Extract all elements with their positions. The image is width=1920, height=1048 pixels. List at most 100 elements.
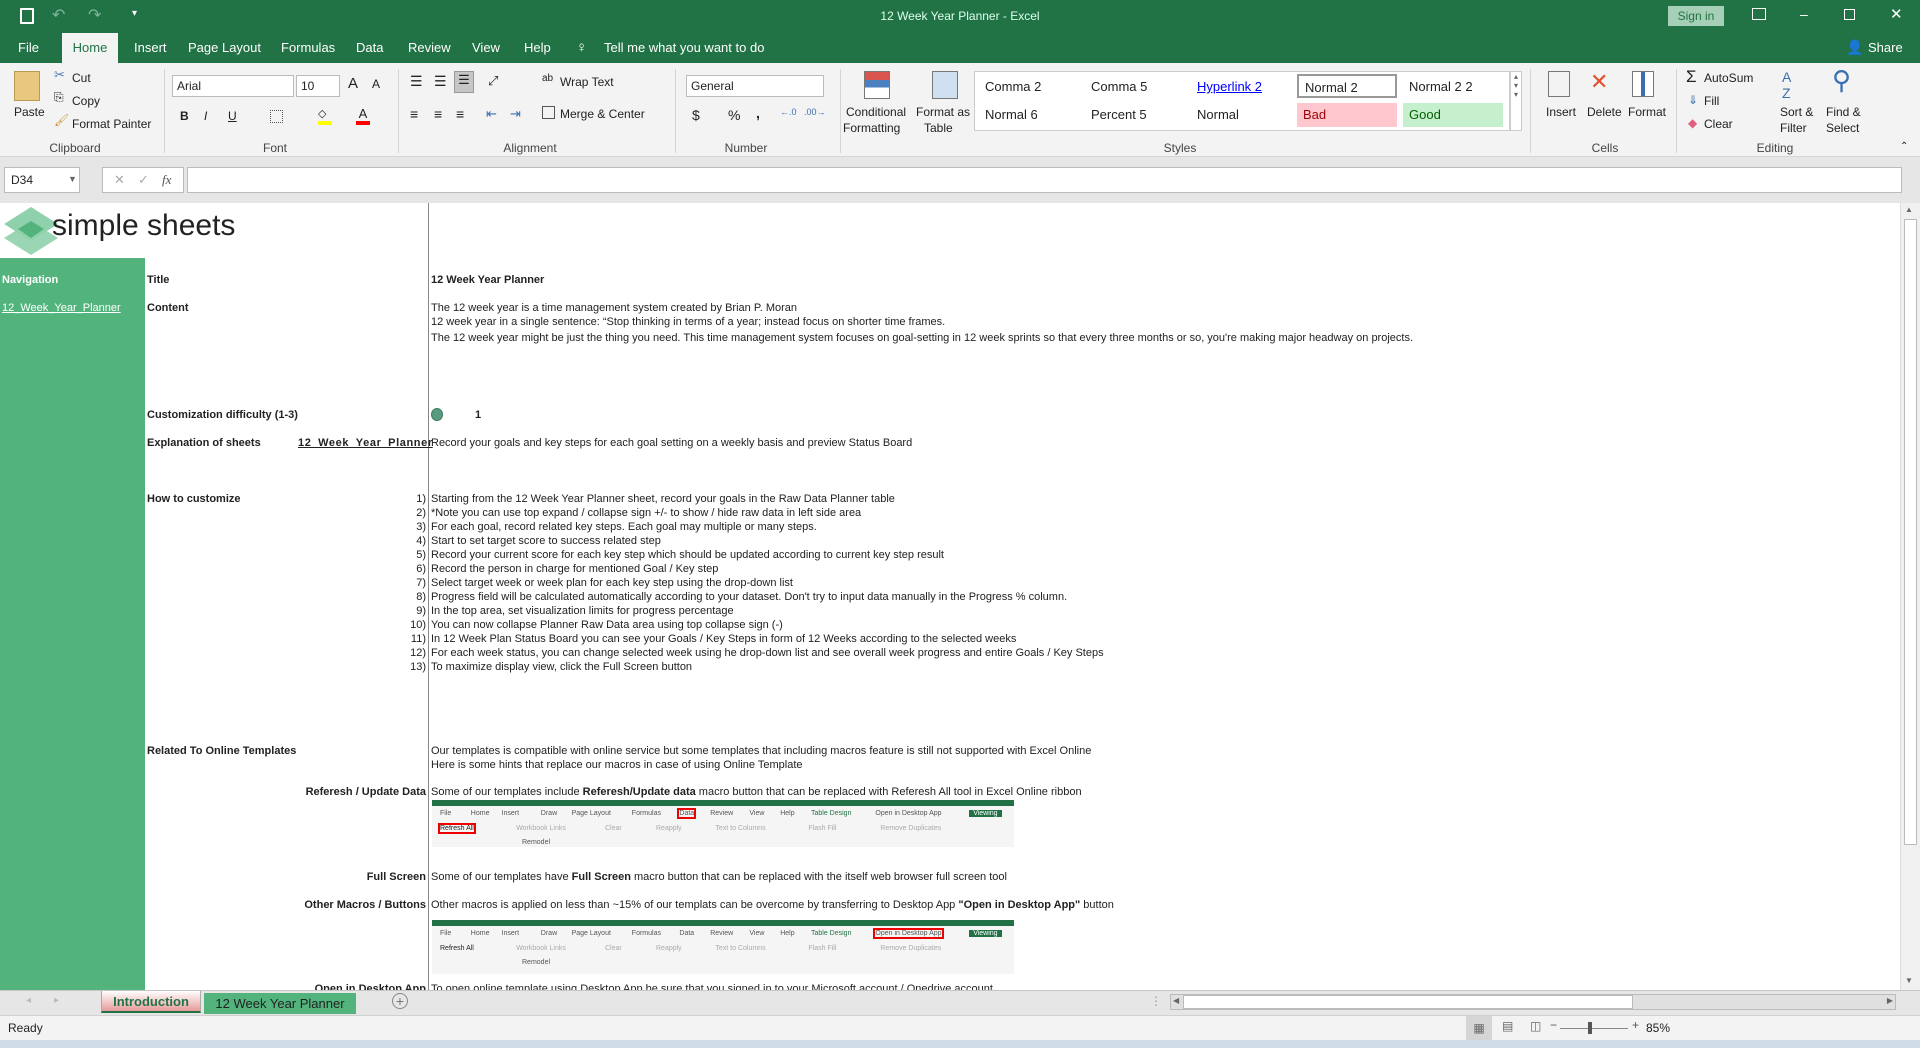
align-right-icon[interactable]: ≡ xyxy=(456,106,464,122)
style-good[interactable]: Good xyxy=(1403,103,1503,127)
styles-scroll[interactable]: ▴ ▾ ▾ xyxy=(1510,71,1522,131)
italic-button[interactable]: I xyxy=(204,109,207,123)
font-color-icon[interactable]: A xyxy=(356,106,370,125)
style-normal-6[interactable]: Normal 6 xyxy=(979,103,1079,127)
tab-page-layout[interactable]: Page Layout xyxy=(178,33,271,63)
format-painter-button[interactable]: Format Painter xyxy=(72,117,151,131)
tab-review[interactable]: Review xyxy=(398,33,461,63)
page-layout-view-icon[interactable]: ▤ xyxy=(1502,1019,1513,1033)
merge-center-button[interactable]: Merge & Center xyxy=(560,107,645,121)
sort-filter-button-line2[interactable]: Filter xyxy=(1780,121,1807,135)
decrease-decimal-icon[interactable]: .00→ xyxy=(804,107,826,117)
percent-button[interactable]: % xyxy=(728,107,740,123)
sort-filter-button[interactable]: Sort & xyxy=(1780,105,1813,119)
paste-button[interactable]: Paste xyxy=(14,105,45,119)
comma-button[interactable]: , xyxy=(756,105,760,121)
increase-indent-icon[interactable]: ⇥ xyxy=(510,106,521,122)
tab-splitter-handle[interactable]: ⋮ xyxy=(1150,994,1162,1008)
worksheet-grid[interactable]: simple sheets Navigation 12_Week_Year_Pl… xyxy=(0,203,1900,990)
style-normal[interactable]: Normal xyxy=(1191,103,1291,127)
close-icon[interactable]: ✕ xyxy=(1890,5,1903,23)
restore-icon[interactable] xyxy=(1844,9,1855,20)
fill-button[interactable]: Fill xyxy=(1704,94,1719,108)
number-format-select[interactable]: General xyxy=(686,75,824,97)
increase-font-icon[interactable]: A xyxy=(348,75,358,92)
underline-button[interactable]: U xyxy=(228,109,237,123)
page-break-view-icon[interactable]: ◫ xyxy=(1530,1019,1541,1033)
align-top-icon[interactable]: ☰ xyxy=(410,73,423,90)
name-box-dropdown-icon[interactable]: ▼ xyxy=(68,174,77,184)
tab-file[interactable]: File xyxy=(8,33,49,63)
tab-view[interactable]: View xyxy=(462,33,510,63)
delete-button[interactable]: Delete xyxy=(1587,105,1622,119)
vertical-scroll-thumb[interactable] xyxy=(1904,219,1917,845)
zoom-slider-thumb[interactable] xyxy=(1588,1022,1592,1034)
decrease-indent-icon[interactable]: ⇤ xyxy=(486,106,497,122)
fill-color-icon[interactable]: ◇ xyxy=(318,107,332,125)
format-as-table-button[interactable]: Format as xyxy=(916,105,970,119)
align-bottom-icon[interactable]: ☰ xyxy=(454,71,474,93)
font-name-select[interactable]: Arial xyxy=(172,75,294,97)
explanation-sheet-link[interactable]: 12_Week_Year_Planner xyxy=(298,436,433,450)
enter-icon[interactable]: ✓ xyxy=(138,172,149,188)
tab-insert[interactable]: Insert xyxy=(124,33,177,63)
sheet-tab-introduction[interactable]: Introduction xyxy=(101,991,201,1013)
share-button[interactable]: Share xyxy=(1858,33,1913,63)
format-button[interactable]: Format xyxy=(1628,105,1666,119)
format-as-table-button-line2[interactable]: Table xyxy=(924,121,953,135)
next-sheet-icon[interactable]: ▸ xyxy=(54,995,59,1006)
find-select-button[interactable]: Find & xyxy=(1826,105,1861,119)
style-comma-5[interactable]: Comma 5 xyxy=(1085,75,1185,99)
tab-data[interactable]: Data xyxy=(346,33,393,63)
orientation-icon[interactable]: ⤢ xyxy=(488,73,498,89)
style-comma-2[interactable]: Comma 2 xyxy=(979,75,1079,99)
scroll-left-icon[interactable]: ◀ xyxy=(1173,996,1179,1005)
autosum-button[interactable]: AutoSum xyxy=(1704,71,1753,85)
vertical-scrollbar[interactable]: ▲ ▼ xyxy=(1900,203,1920,990)
align-center-icon[interactable]: ≡ xyxy=(434,106,442,122)
cancel-icon[interactable]: ✕ xyxy=(114,172,125,188)
style-percent-5[interactable]: Percent 5 xyxy=(1085,103,1185,127)
insert-button[interactable]: Insert xyxy=(1546,105,1576,119)
scroll-up-icon[interactable]: ▲ xyxy=(1905,205,1913,214)
currency-button[interactable]: $ xyxy=(692,107,700,123)
wrap-text-button[interactable]: Wrap Text xyxy=(560,75,614,89)
insert-function-icon[interactable]: fx xyxy=(162,172,171,188)
horizontal-scrollbar[interactable]: ◀ ▶ xyxy=(1170,994,1896,1010)
decrease-font-icon[interactable]: A xyxy=(372,77,380,91)
zoom-level[interactable]: 85% xyxy=(1646,1021,1670,1035)
cut-button[interactable]: Cut xyxy=(72,71,91,85)
tab-formulas[interactable]: Formulas xyxy=(271,33,345,63)
align-middle-icon[interactable]: ☰ xyxy=(434,73,447,90)
tab-home[interactable]: Home xyxy=(62,33,118,63)
tab-help[interactable]: Help xyxy=(514,33,561,63)
sheet-tab-12-week-year-planner[interactable]: 12 Week Year Planner xyxy=(204,993,356,1014)
increase-decimal-icon[interactable]: ←.0 xyxy=(780,107,797,117)
formula-input[interactable] xyxy=(187,167,1902,193)
style-normal-2[interactable]: Normal 2 xyxy=(1297,74,1397,98)
zoom-slider[interactable] xyxy=(1560,1022,1628,1034)
style-bad[interactable]: Bad xyxy=(1297,103,1397,127)
style-hyperlink-2[interactable]: Hyperlink 2 xyxy=(1191,75,1291,99)
align-left-icon[interactable]: ≡ xyxy=(410,106,418,122)
scroll-down-icon[interactable]: ▼ xyxy=(1905,976,1913,985)
sign-in-button[interactable]: Sign in xyxy=(1668,6,1724,26)
add-sheet-icon[interactable]: + xyxy=(392,993,408,1009)
tell-me-search[interactable]: Tell me what you want to do xyxy=(594,33,774,63)
borders-icon[interactable] xyxy=(270,110,283,123)
zoom-out-icon[interactable]: − xyxy=(1550,1018,1557,1032)
copy-button[interactable]: Copy xyxy=(72,94,100,108)
scroll-right-icon[interactable]: ▶ xyxy=(1887,996,1893,1005)
collapse-ribbon-icon[interactable]: ⌃ xyxy=(1900,141,1908,152)
clear-button[interactable]: Clear xyxy=(1704,117,1733,131)
prev-sheet-icon[interactable]: ◂ xyxy=(26,995,31,1006)
bold-button[interactable]: B xyxy=(180,109,189,123)
normal-view-icon[interactable]: ▦ xyxy=(1466,1016,1492,1040)
font-size-select[interactable]: 10 xyxy=(296,75,340,97)
horizontal-scroll-thumb[interactable] xyxy=(1183,995,1633,1009)
ribbon-display-icon[interactable] xyxy=(1752,8,1766,20)
find-select-button-line2[interactable]: Select xyxy=(1826,121,1859,135)
style-normal-2-2[interactable]: Normal 2 2 xyxy=(1403,75,1503,99)
minimize-icon[interactable]: – xyxy=(1800,6,1808,22)
zoom-in-icon[interactable]: + xyxy=(1632,1018,1639,1032)
